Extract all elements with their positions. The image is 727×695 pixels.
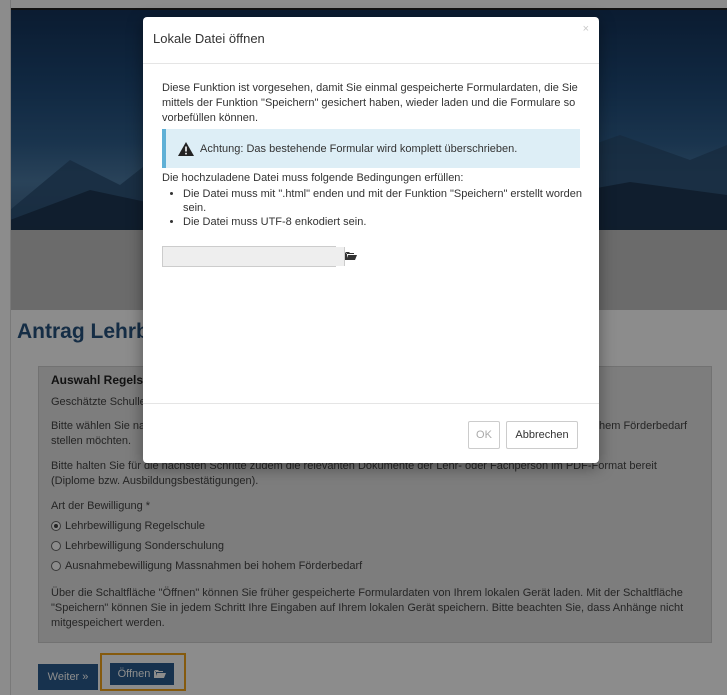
open-file-dialog: Lokale Datei öffnen × Diese Funktion ist… [143,17,599,463]
ok-button[interactable]: OK [468,421,500,449]
browse-button[interactable] [344,247,357,266]
cancel-button[interactable]: Abbrechen [506,421,578,449]
condition-item: Die Datei muss UTF-8 enkodiert sein. [183,215,583,229]
dialog-footer: OK Abbrechen [143,403,599,464]
folder-open-icon [345,252,357,260]
dialog-title: Lokale Datei öffnen [153,31,265,46]
conditions-list: Die Datei muss mit ".html" enden und mit… [165,187,583,229]
file-picker [162,246,357,267]
file-path-field[interactable] [163,247,344,266]
condition-item: Die Datei muss mit ".html" enden und mit… [183,187,583,215]
conditions-intro: Die hochzuladene Datei muss folgende Bed… [162,172,464,184]
dialog-header: Lokale Datei öffnen × [143,17,599,64]
dialog-description: Diese Funktion ist vorgesehen, damit Sie… [162,82,578,124]
alert-text: Achtung: Das bestehende Formular wird ko… [200,142,518,155]
close-icon[interactable]: × [583,23,589,35]
warning-icon [178,141,194,156]
warning-alert: Achtung: Das bestehende Formular wird ko… [162,129,580,168]
